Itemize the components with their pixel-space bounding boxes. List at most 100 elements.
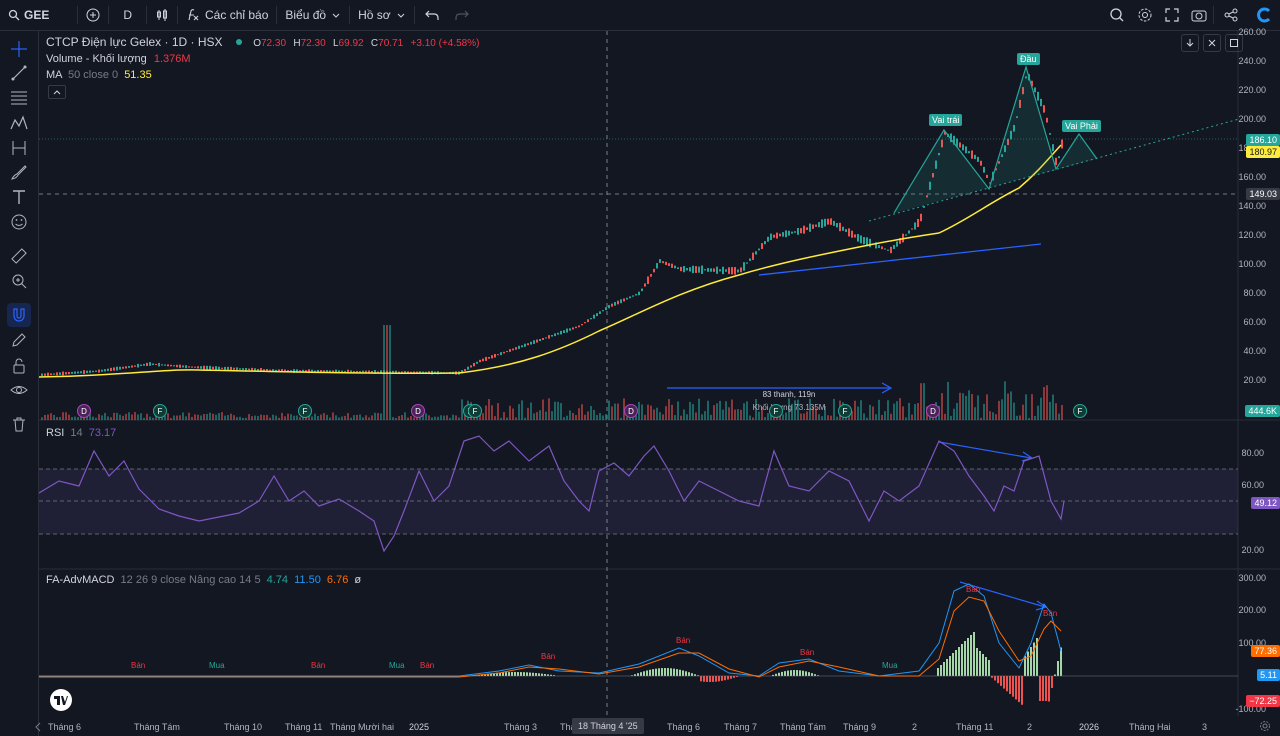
app-logo[interactable] (1248, 0, 1280, 30)
rsi-legend[interactable]: RSI 14 73.17 (46, 427, 116, 439)
left-shoulder-label[interactable]: Vai trái (929, 114, 963, 126)
redo-button[interactable] (449, 0, 475, 30)
candle (119, 366, 121, 370)
dividend-marker[interactable]: D (624, 404, 638, 418)
quick-search-button[interactable] (1103, 0, 1131, 30)
text-tool[interactable] (7, 185, 31, 209)
price-tick: 60.00 (1243, 317, 1266, 327)
collapse-legend-button[interactable] (48, 85, 66, 99)
volume-bar (293, 415, 295, 420)
financial-marker[interactable]: F (468, 404, 482, 418)
volume-bar (359, 414, 361, 420)
macd-tick: 200.00 (1238, 605, 1266, 615)
tradingview-logo[interactable] (50, 689, 72, 711)
volume-bar (665, 406, 667, 420)
compare-button[interactable] (78, 0, 108, 30)
chart-area[interactable]: CTCP Điện lực Gelex · 1D · HSX O72.30 H7… (39, 27, 1280, 736)
volume-bar (533, 413, 535, 420)
time-tick: Tháng 7 (724, 722, 758, 732)
brush-tool[interactable] (7, 160, 31, 184)
volume-bar (590, 405, 592, 420)
fullscreen-button[interactable] (1159, 0, 1185, 30)
snapshot-button[interactable] (1185, 0, 1213, 30)
share-button[interactable] (1214, 0, 1248, 30)
trendline-tool[interactable] (7, 61, 31, 85)
settings-button[interactable] (1131, 0, 1159, 30)
undo-button[interactable] (415, 0, 449, 30)
volume-bar (527, 407, 529, 420)
candle (203, 365, 205, 370)
financial-marker[interactable]: F (298, 404, 312, 418)
financial-marker[interactable]: F (769, 404, 783, 418)
candle (680, 266, 682, 272)
candle (668, 263, 670, 267)
range-info[interactable]: 83 thanh, 119n Khối lượng 73.135M (739, 390, 839, 412)
volume-bar (998, 400, 1000, 420)
settings-axis-button[interactable] (1255, 716, 1275, 736)
macd-histogram-bar (727, 676, 729, 680)
volume-bar (905, 417, 907, 420)
indicators-button[interactable]: Các chỉ báo (178, 0, 276, 30)
volume-bar (377, 412, 379, 420)
fib-tool[interactable] (7, 85, 31, 109)
interval-button[interactable]: D (109, 0, 146, 30)
chart-menu-button[interactable]: Biểu đồ (277, 0, 349, 30)
measure-range-tool[interactable] (7, 136, 31, 160)
macd-tag-2: 5.11 (1257, 669, 1280, 681)
collapse-pane-button[interactable] (1203, 34, 1221, 52)
macd-histogram-bar (1060, 647, 1062, 676)
candle (665, 261, 667, 265)
visibility-tool[interactable] (7, 378, 31, 402)
move-pane-down-button[interactable] (1181, 34, 1199, 52)
delete-drawings-tool[interactable] (7, 412, 31, 436)
financial-marker[interactable]: F (1073, 404, 1087, 418)
symbol-search[interactable]: GEE (0, 0, 57, 30)
ma-legend[interactable]: MA 50 close 0 51.35 (46, 69, 152, 81)
volume-bar (554, 401, 556, 420)
pane-controls (1181, 34, 1243, 52)
dividend-marker[interactable]: D (926, 404, 940, 418)
candle (914, 222, 916, 230)
buy-signal-label: Mua (209, 661, 225, 670)
macd-histogram-bar (955, 650, 957, 676)
candle (908, 230, 910, 234)
scroll-left-icon[interactable] (33, 722, 43, 732)
candle (869, 238, 871, 248)
chart-type-button[interactable] (147, 0, 177, 30)
time-axis[interactable]: Tháng 6 Tháng Tám Tháng 10 Tháng 11 Thán… (35, 716, 1239, 736)
emoji-tool[interactable] (7, 210, 31, 234)
volume-bar (1034, 415, 1036, 420)
candle (905, 234, 907, 236)
macd-histogram-bar (688, 672, 690, 676)
pattern-icon (10, 115, 28, 130)
macd-histogram-bar (985, 657, 987, 676)
zoom-tool[interactable] (7, 269, 31, 293)
ruler-tool[interactable] (7, 244, 31, 268)
right-shoulder-label[interactable]: Vai Phải (1062, 120, 1101, 132)
dividend-marker[interactable]: D (77, 404, 91, 418)
crosshair-tool[interactable] (7, 37, 31, 61)
dividend-marker[interactable]: D (411, 404, 425, 418)
lock-drawing-tool[interactable] (7, 328, 31, 352)
macd-legend[interactable]: FA-AdvMACD 12 26 9 close Nâng cao 14 5 4… (46, 574, 361, 586)
candle (743, 262, 745, 271)
main-legend[interactable]: CTCP Điện lực Gelex · 1D · HSX O72.30 H7… (46, 35, 479, 49)
financial-marker[interactable]: F (838, 404, 852, 418)
financial-marker[interactable]: F (153, 404, 167, 418)
time-tick: Tháng Tám (780, 722, 826, 732)
profile-menu-button[interactable]: Hồ sơ (350, 0, 414, 30)
chart-canvas[interactable] (39, 31, 1280, 736)
candle (545, 337, 547, 339)
price-tick: 140.00 (1238, 201, 1266, 211)
candle (173, 365, 175, 367)
macd-histogram-bar (811, 673, 813, 676)
macd-histogram-bar (1012, 676, 1014, 697)
candle (539, 338, 541, 342)
head-label[interactable]: Đầu (1017, 53, 1040, 65)
volume-bar (920, 383, 922, 420)
candle (656, 263, 658, 269)
magnet-tool[interactable] (7, 303, 31, 327)
volume-legend[interactable]: Volume - Khối lượng 1.376M (46, 53, 191, 65)
pattern-tool[interactable] (7, 111, 31, 135)
lock-tool[interactable] (7, 354, 31, 378)
